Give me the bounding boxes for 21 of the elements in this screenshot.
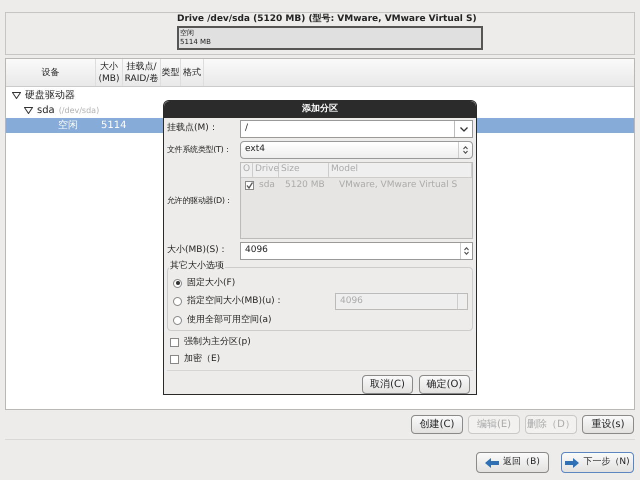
field-label: 大小(MB)(S)： [167, 244, 229, 258]
field-label: 允许的驱动器(D)： [167, 194, 234, 206]
field-label: 挂载点(M)： [167, 122, 219, 136]
device-name: sda [37, 104, 55, 118]
option-label: 固定大小(F) [187, 276, 236, 290]
device-path: (/dev/sda) [58, 104, 100, 116]
size-spinbox: 4096 [335, 293, 468, 310]
dialog-title: 添加分区 [164, 101, 476, 118]
size-cell-text: 5120 MB [285, 178, 326, 192]
group-title: 其它大小选项 [169, 261, 225, 272]
device-name: 硬盘驱动器 [25, 89, 75, 103]
drive-title: Drive /dev/sda (5120 MB) (型号: VMware, VMware Virtual S) [177, 14, 478, 25]
checkbox-label: 强制为主分区(p) [184, 336, 251, 349]
field-label: 文件系统类型(T)： [167, 144, 232, 156]
size-cell-text: 5114 [101, 119, 126, 133]
option-label: 指定空间大小(MB)(u)： [187, 295, 285, 308]
option-label: 使用全部可用空间(a) [187, 314, 273, 327]
device-name: 空闲 [58, 118, 78, 133]
model-cell-text: VMware, VMware Virtual S [338, 178, 458, 192]
drive-cell-text: sda [258, 178, 276, 192]
checkbox-label: 加密（E) [184, 352, 220, 366]
